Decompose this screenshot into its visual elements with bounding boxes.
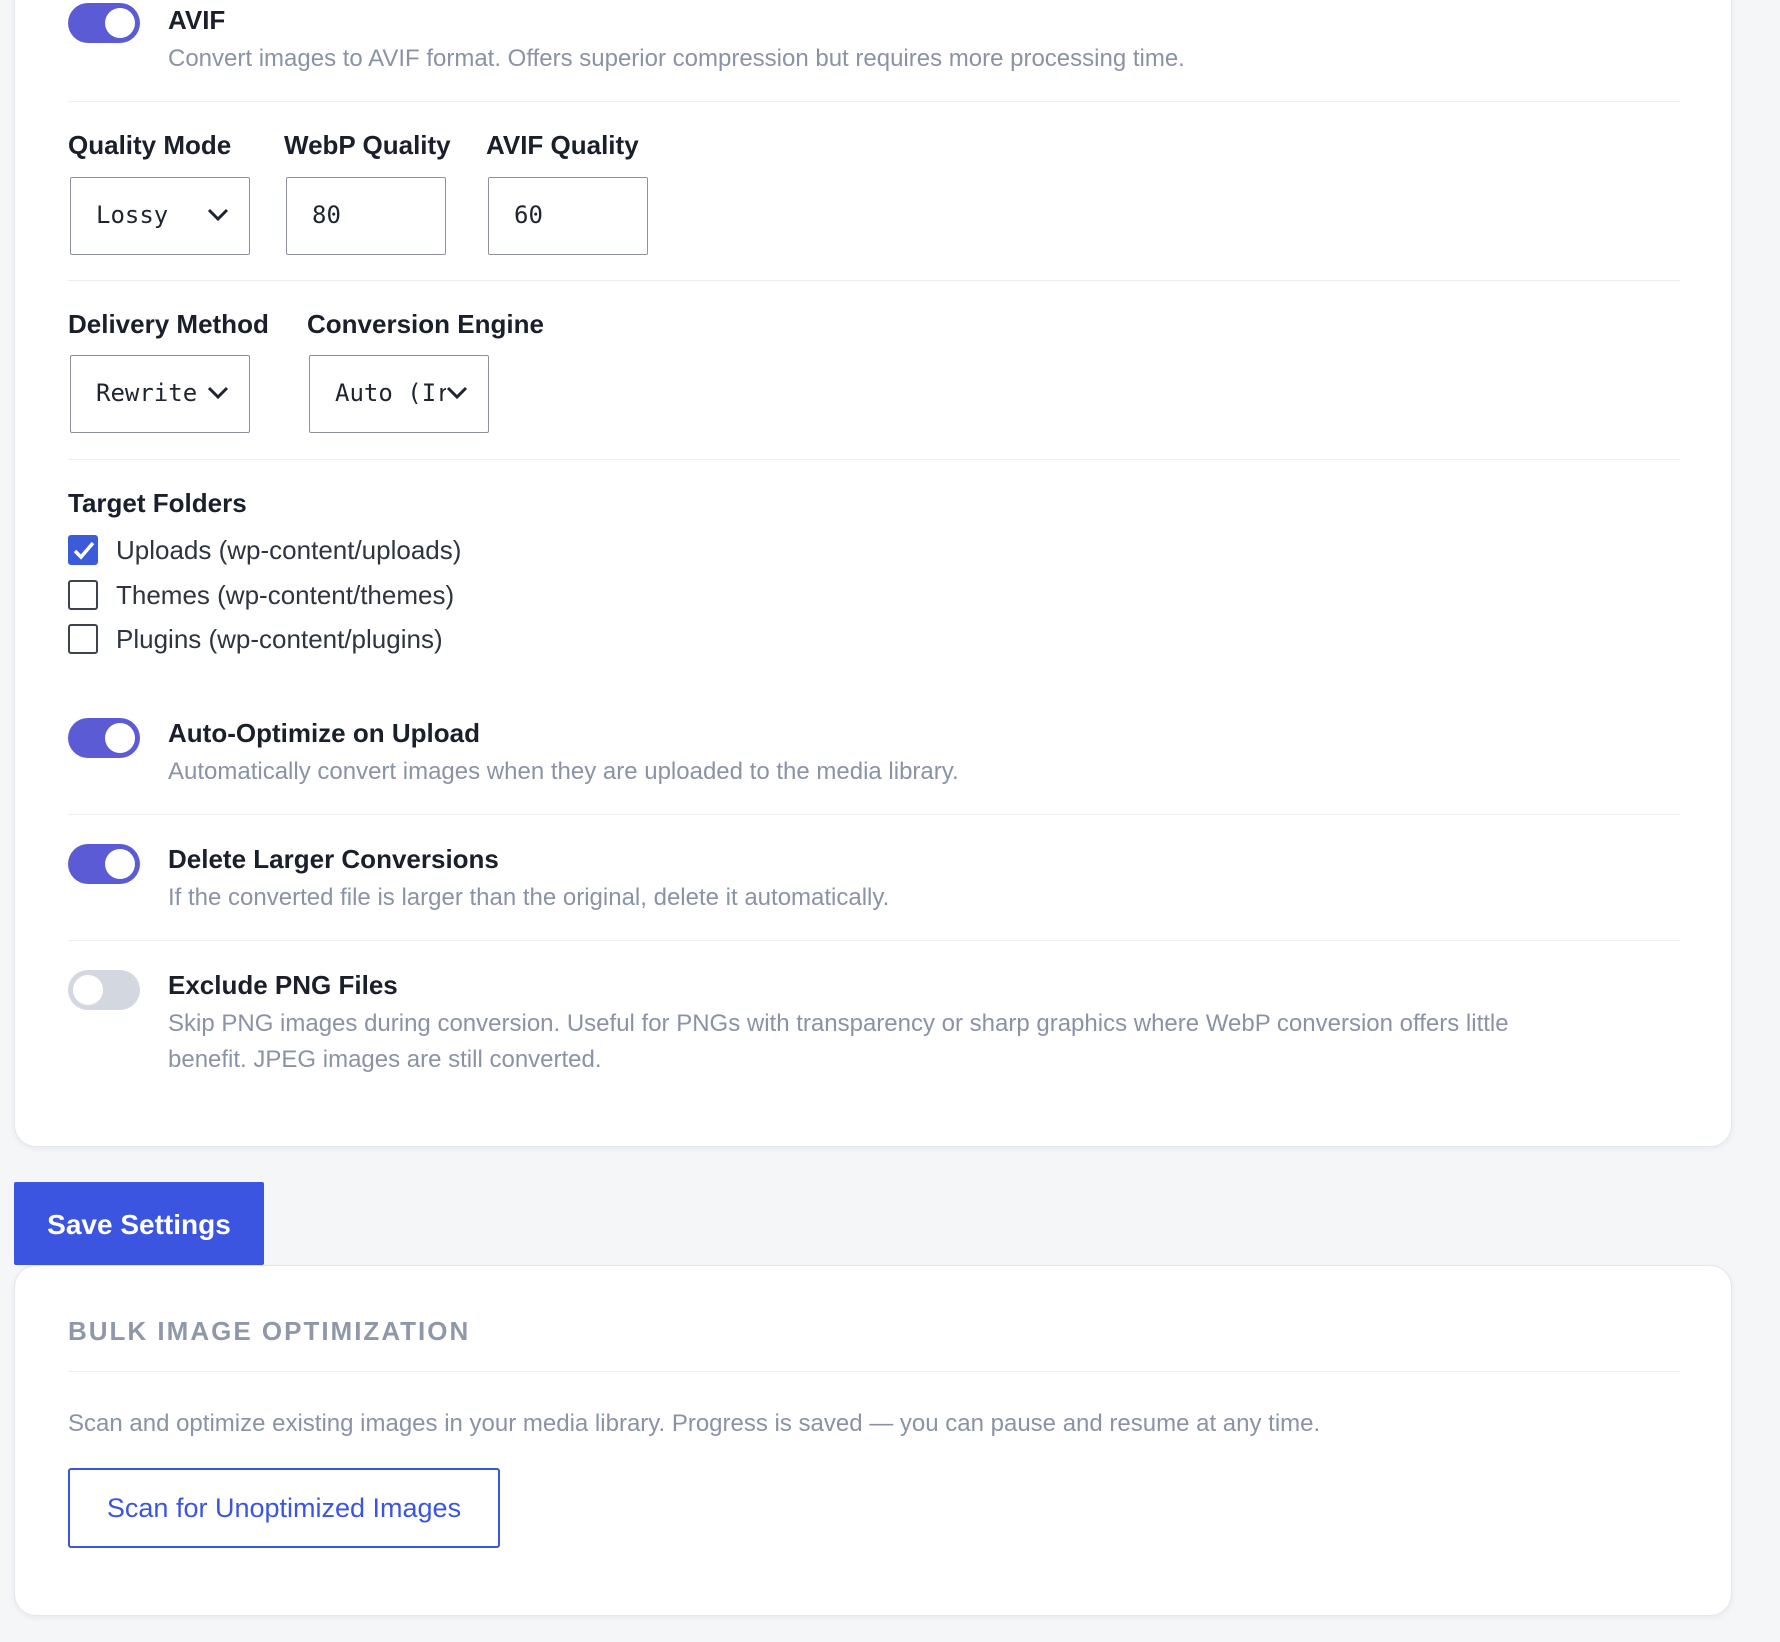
themes-checkbox-label: Themes (wp-content/themes) [116, 580, 455, 610]
delete-larger-description: If the converted file is larger than the… [168, 884, 890, 911]
quality-mode-label: Quality Mode [68, 130, 232, 160]
quality-mode-value: Lossy [96, 201, 169, 229]
toggle-knob [105, 8, 135, 38]
themes-checkbox[interactable] [68, 580, 98, 610]
divider [68, 1371, 1680, 1372]
bulk-optimization-title: BULK IMAGE OPTIMIZATION [68, 1316, 471, 1346]
checkmark-icon [73, 541, 95, 560]
webp-quality-value: 80 [312, 201, 341, 229]
auto-optimize-toggle[interactable] [68, 718, 140, 758]
delivery-method-label: Delivery Method [68, 309, 269, 339]
exclude-png-description-line1: Skip PNG images during conversion. Usefu… [168, 1010, 1509, 1037]
chevron-down-icon [207, 386, 229, 400]
toggle-knob [73, 975, 103, 1005]
divider [68, 459, 1680, 460]
exclude-png-toggle[interactable] [68, 970, 140, 1010]
avif-toggle[interactable] [68, 3, 140, 43]
exclude-png-description-line2: benefit. JPEG images are still converted… [168, 1046, 602, 1073]
uploads-checkbox[interactable] [68, 535, 98, 565]
delete-larger-toggle[interactable] [68, 844, 140, 884]
save-settings-button[interactable]: Save Settings [14, 1182, 264, 1265]
chevron-down-icon [207, 208, 229, 222]
conversion-engine-value: Auto (Ir [335, 379, 451, 407]
bulk-optimization-description: Scan and optimize existing images in you… [68, 1410, 1321, 1437]
uploads-checkbox-label: Uploads (wp-content/uploads) [116, 535, 462, 565]
target-folders-label: Target Folders [68, 488, 247, 518]
avif-quality-input[interactable]: 60 [488, 177, 648, 255]
conversion-engine-select[interactable]: Auto (Ir [309, 355, 489, 433]
delivery-method-select[interactable]: Rewrite [70, 355, 250, 433]
plugins-checkbox[interactable] [68, 624, 98, 654]
scan-unoptimized-button[interactable]: Scan for Unoptimized Images [68, 1468, 500, 1548]
avif-quality-label: AVIF Quality [486, 130, 639, 160]
quality-mode-select[interactable]: Lossy [70, 177, 250, 255]
divider [68, 940, 1680, 941]
conversion-engine-label: Conversion Engine [307, 309, 544, 339]
webp-quality-input[interactable]: 80 [286, 177, 446, 255]
avif-description: Convert images to AVIF format. Offers su… [168, 45, 1185, 72]
avif-quality-value: 60 [514, 201, 543, 229]
avif-title: AVIF [168, 5, 226, 35]
divider [68, 280, 1680, 281]
delivery-method-value: Rewrite [96, 379, 198, 407]
auto-optimize-title: Auto-Optimize on Upload [168, 718, 480, 748]
toggle-knob [105, 849, 135, 879]
auto-optimize-description: Automatically convert images when they a… [168, 758, 959, 785]
exclude-png-title: Exclude PNG Files [168, 970, 398, 1000]
webp-quality-label: WebP Quality [284, 130, 451, 160]
plugins-checkbox-label: Plugins (wp-content/plugins) [116, 624, 443, 654]
toggle-knob [105, 723, 135, 753]
delete-larger-title: Delete Larger Conversions [168, 844, 499, 874]
divider [68, 101, 1680, 102]
chevron-down-icon [446, 386, 468, 400]
divider [68, 814, 1680, 815]
